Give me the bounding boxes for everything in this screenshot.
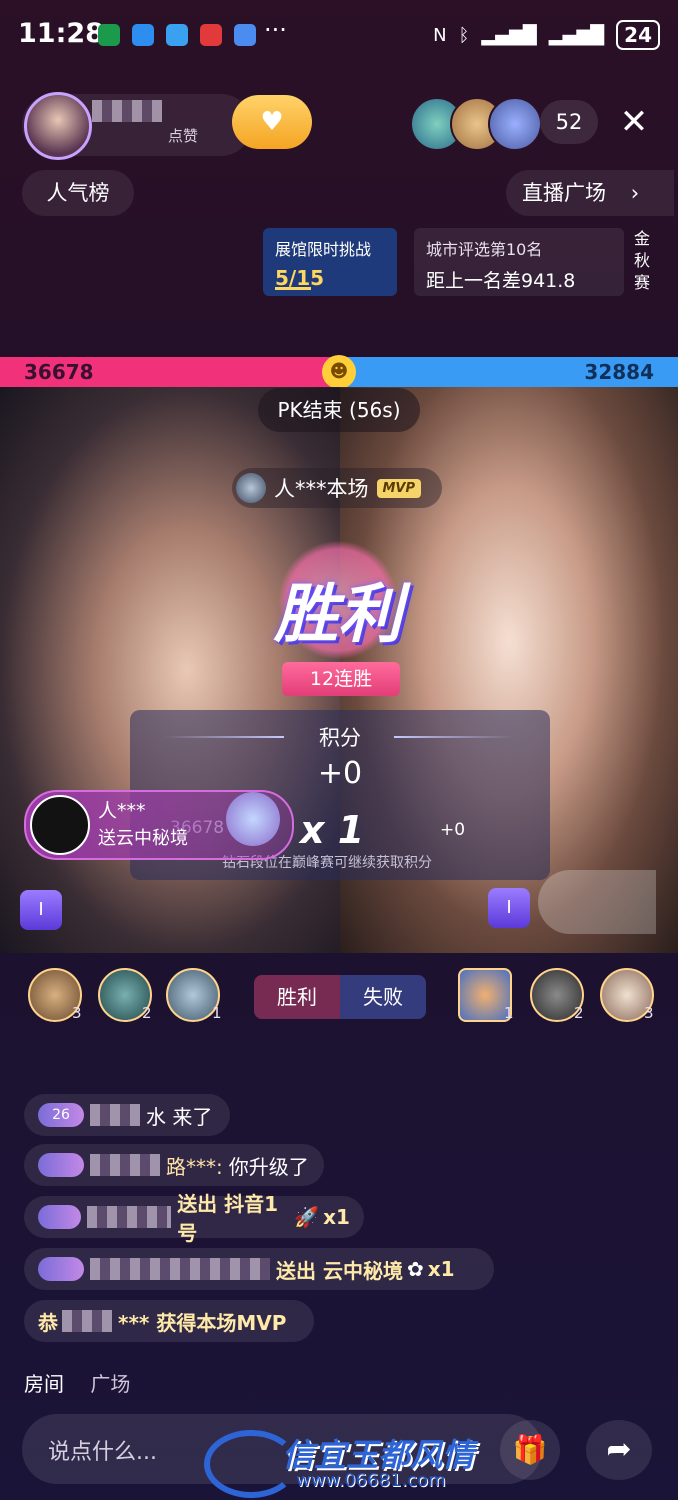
win-tab[interactable]: 胜利 <box>254 975 340 1019</box>
mvp-name: 人***本场 <box>274 477 369 501</box>
chevron-right-icon: › <box>630 181 640 205</box>
viewer-avatar[interactable] <box>488 97 542 151</box>
score-multiplier: x 1 <box>300 808 365 852</box>
left-rank-badge[interactable]: I <box>20 890 62 930</box>
heart-plus-icon: ♥ <box>260 107 284 137</box>
more-notifications-icon: ··· <box>264 16 287 44</box>
chat-message[interactable]: 送出 抖音1号 🚀 x1 <box>24 1192 364 1245</box>
user-level-badge <box>38 1153 84 1177</box>
app-notification-icon <box>98 24 120 46</box>
chat-gift-count: x1 <box>323 1205 350 1229</box>
watermark-url: www.06681.com <box>296 1470 446 1491</box>
mvp-gem-icon <box>236 473 266 503</box>
like-count-label: 点赞 <box>168 127 199 145</box>
score-value: +0 <box>317 756 363 791</box>
user-level-badge: 26 <box>38 1103 84 1127</box>
username-blurred <box>90 1258 270 1280</box>
cloud-notification-icon <box>166 24 188 46</box>
pk-end-timer: PK结束 (56s) <box>258 388 420 432</box>
follow-heart-button[interactable]: ♥ <box>232 95 312 149</box>
left-contributor-rank: 2 <box>142 1004 152 1022</box>
score-title-divider-right <box>394 736 514 738</box>
gift-box-icon[interactable]: 🎁 <box>500 1420 560 1480</box>
username-blurred <box>62 1310 112 1332</box>
username-blurred <box>87 1206 172 1228</box>
gift-description: 送云中秘境 <box>98 828 188 849</box>
chat-tabs: 房间 广场 <box>24 1368 150 1397</box>
right-streamer-info-blurred[interactable] <box>538 870 656 934</box>
status-time: 11:28 <box>18 18 104 49</box>
right-contributor-rank: 1 <box>504 1004 514 1022</box>
gift-sender-name: 人*** <box>98 800 146 822</box>
chat-username: 路***: <box>166 1154 223 1179</box>
gift-image <box>226 792 280 846</box>
tab-square[interactable]: 广场 <box>90 1372 130 1396</box>
city-rank-title: 城市评选第10名 <box>426 240 543 259</box>
right-rank-badge[interactable]: I <box>488 888 530 928</box>
victory-logo: 胜利 <box>274 578 402 652</box>
right-contributor-rank: 3 <box>644 1004 654 1022</box>
city-rank-gap: 距上一名差941.8 <box>426 270 576 292</box>
city-rank-card[interactable]: 城市评选第10名 距上一名差941.8 <box>414 228 624 296</box>
bluetooth-icon: ᛒ <box>458 24 470 46</box>
right-contributor-rank: 2 <box>574 1004 584 1022</box>
exhibition-challenge-card[interactable]: 展馆限时挑战 5/15 <box>263 228 397 296</box>
chat-message[interactable]: 路***: 你升级了 <box>24 1144 324 1186</box>
chat-text: 水 来了 <box>146 1104 213 1129</box>
user-level-badge <box>38 1205 82 1229</box>
right-plus-score: +0 <box>440 820 466 840</box>
chat-message[interactable]: 26 水 来了 <box>24 1094 230 1136</box>
gift-crystal-icon: ✿ <box>406 1257 424 1281</box>
share-icon[interactable]: ➦ <box>586 1420 652 1480</box>
chat-text: *** 获得本场MVP <box>118 1310 287 1335</box>
comment-placeholder: 说点什么... <box>48 1440 157 1465</box>
live-square-button[interactable]: 直播广场 › <box>506 170 674 216</box>
lose-tab[interactable]: 失败 <box>340 975 426 1019</box>
gift-sender-avatar[interactable] <box>30 795 90 855</box>
chat-text: 你升级了 <box>228 1154 309 1179</box>
nfc-icon: N <box>433 24 447 46</box>
host-name-blurred <box>92 100 162 122</box>
battery-icon: 24 <box>616 20 660 50</box>
host-avatar[interactable] <box>24 92 92 160</box>
challenge-progress-bar <box>275 287 311 290</box>
chat-text: 送出 抖音1号 <box>177 1192 279 1245</box>
tab-room[interactable]: 房间 <box>24 1372 64 1396</box>
challenge-title: 展馆限时挑战 <box>275 240 372 259</box>
live-square-label: 直播广场 <box>522 181 606 205</box>
chat-message[interactable]: 送出 云中秘境 ✿ x1 <box>24 1248 494 1290</box>
mvp-tag: MVP <box>376 478 422 498</box>
viewer-count[interactable]: 52 <box>540 100 598 144</box>
left-contributor-rank: 1 <box>212 1004 222 1022</box>
signal-icon: ▂▄▆█ <box>481 24 537 46</box>
username-blurred <box>90 1104 140 1126</box>
pk-left-score: 36678 <box>24 360 94 384</box>
pk-right-score: 32884 <box>584 360 654 384</box>
chat-prefix: 恭 <box>38 1310 58 1335</box>
chat-message[interactable]: 恭 *** 获得本场MVP <box>24 1300 314 1342</box>
gift-rocket-icon: 🚀 <box>294 1205 320 1229</box>
score-title-divider-left <box>164 736 284 738</box>
chat-text: 送出 云中秘境 <box>276 1258 403 1283</box>
result-toggle[interactable]: 胜利 失败 <box>254 975 426 1019</box>
win-streak-badge: 12连胜 <box>282 662 400 696</box>
user-level-badge <box>38 1257 84 1281</box>
username-blurred <box>90 1154 160 1176</box>
pk-face-icon: ☻ <box>322 355 356 389</box>
mvp-banner[interactable]: 人***本场 MVP <box>232 468 442 508</box>
message-notification-icon <box>132 24 154 46</box>
weather-notification-icon <box>234 24 256 46</box>
status-right: N ᛒ ▂▄▆█ ▂▄▆█ 24 <box>433 20 660 50</box>
left-contributor-rank: 3 <box>72 1004 82 1022</box>
score-title: 积分 <box>319 726 361 750</box>
chat-gift-count: x1 <box>427 1257 455 1281</box>
autumn-contest-tag[interactable]: 金秋赛 <box>628 228 656 294</box>
popularity-rank-button[interactable]: 人气榜 <box>22 170 134 216</box>
close-icon[interactable]: ✕ <box>610 100 658 144</box>
news-notification-icon <box>200 24 222 46</box>
status-bar: 11:28 ··· N ᛒ ▂▄▆█ ▂▄▆█ 24 <box>0 0 678 72</box>
signal-icon-2: ▂▄▆█ <box>548 24 605 46</box>
